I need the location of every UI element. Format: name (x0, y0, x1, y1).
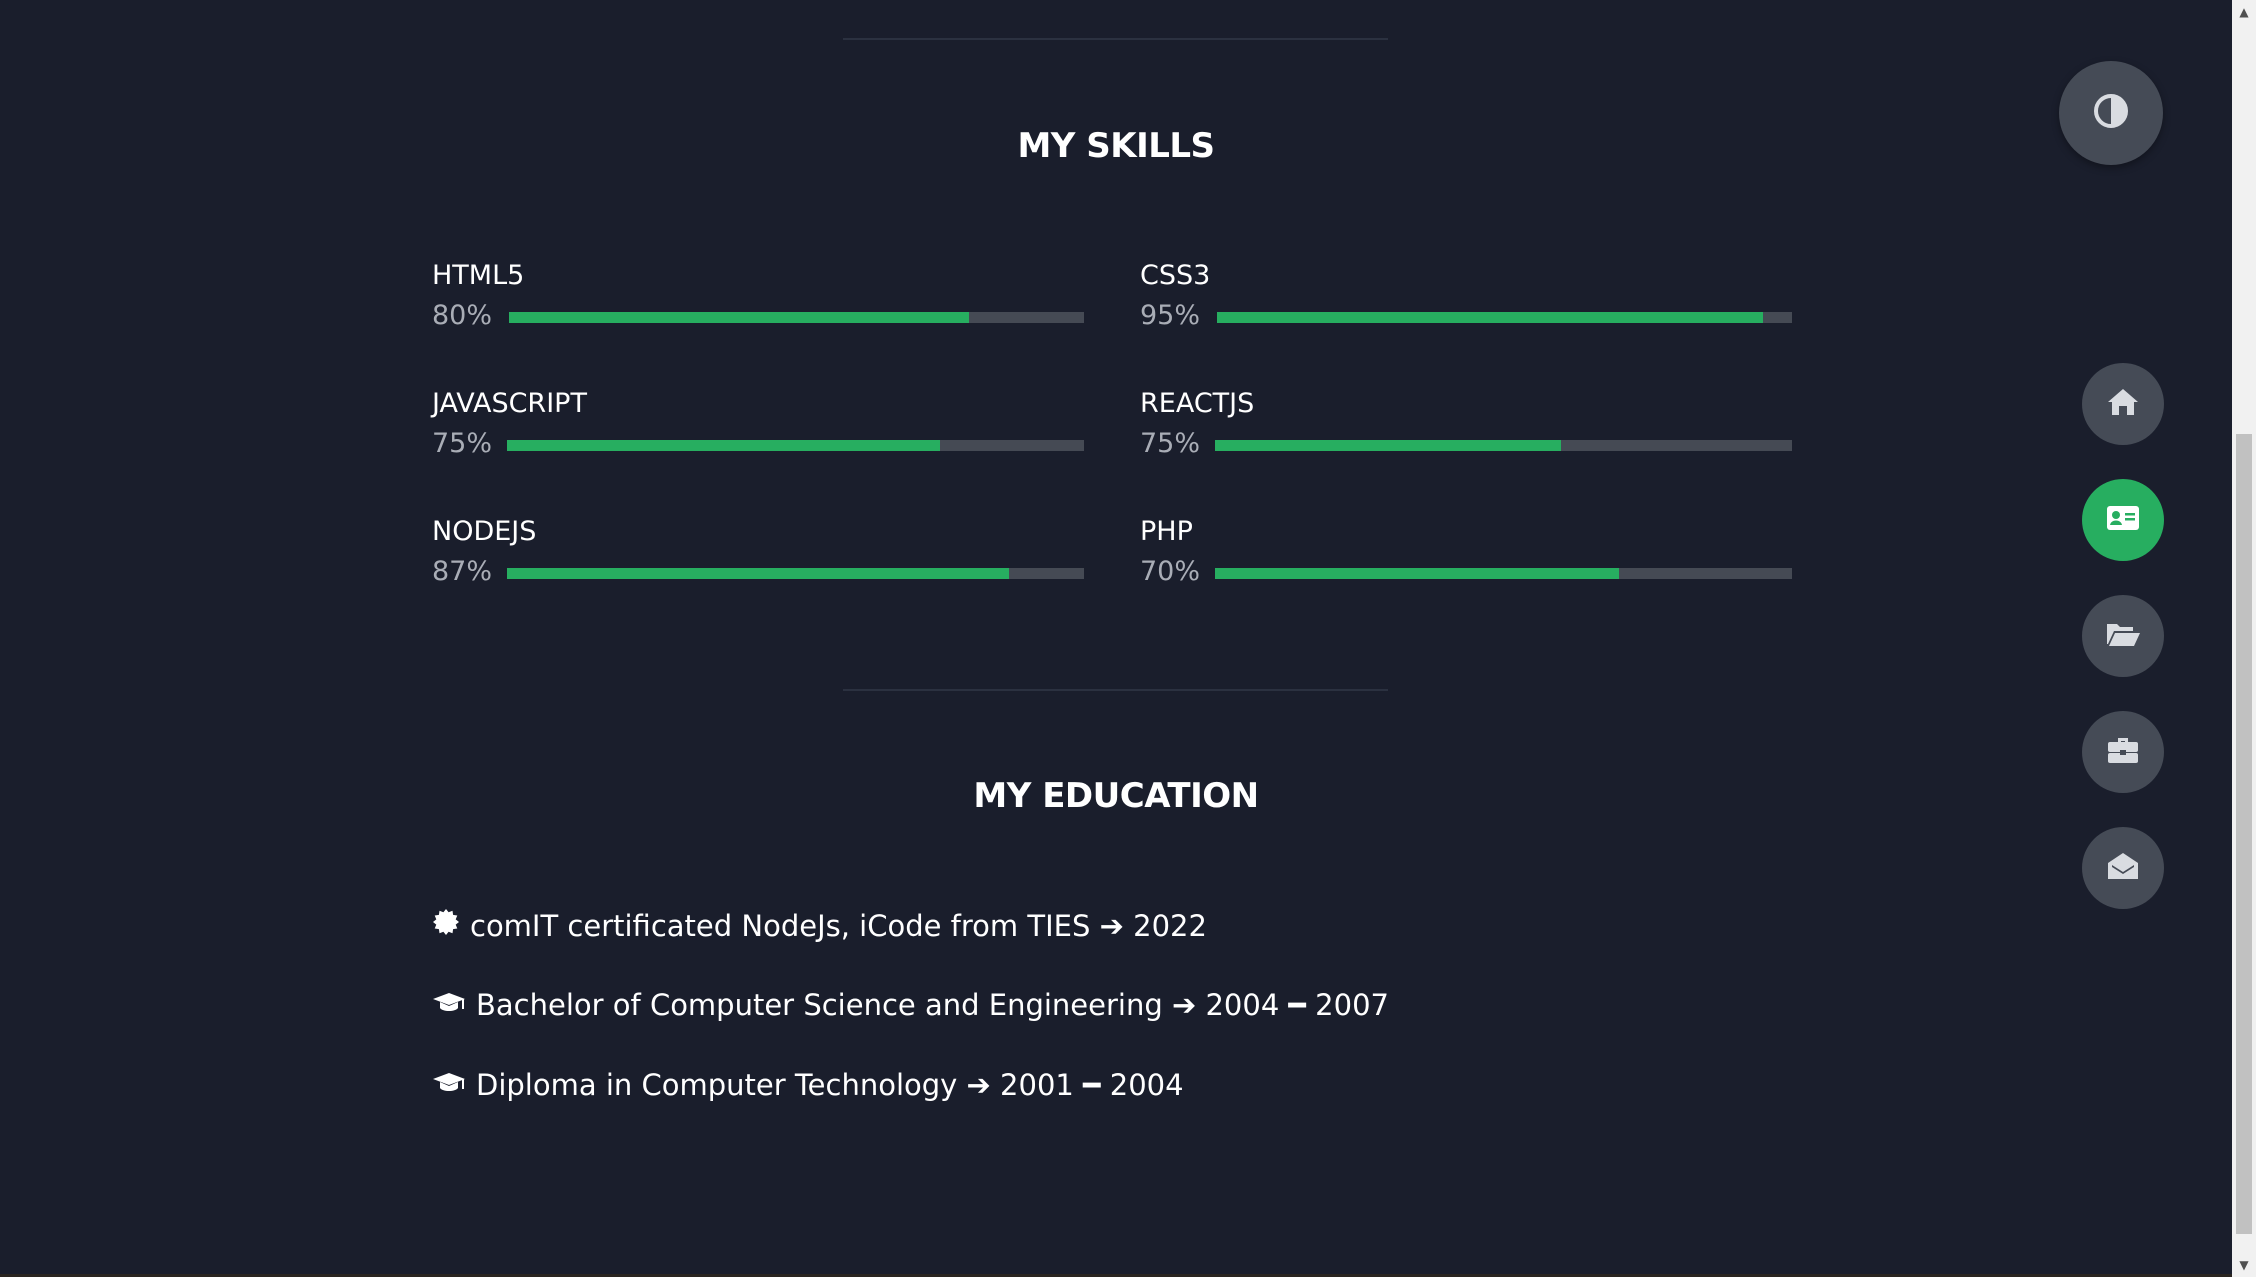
scrollbar-thumb[interactable] (2236, 434, 2252, 1234)
skill-name: CSS3 (1140, 260, 1211, 291)
middle-divider (843, 689, 1388, 691)
education-title: MY EDUCATION (973, 776, 1259, 816)
certificate-icon (432, 908, 460, 943)
skill-css3: CSS3 95% (1140, 260, 1792, 350)
skill-percent: 95% (1140, 300, 1201, 331)
education-item: Diploma in Computer Technology ➔ 2001 ━ … (432, 1068, 1184, 1102)
skill-php: PHP 70% (1140, 516, 1792, 606)
contrast-icon (2093, 93, 2129, 133)
nav-about-button[interactable] (2082, 479, 2164, 561)
nav-experience-button[interactable] (2082, 711, 2164, 793)
scroll-up-arrow-icon[interactable]: ▲ (2232, 2, 2256, 22)
skill-progress-fill (1217, 312, 1764, 323)
nav-home-button[interactable] (2082, 363, 2164, 445)
skill-percent: 70% (1140, 556, 1201, 587)
skill-percent: 75% (432, 428, 493, 459)
nav-contact-button[interactable] (2082, 827, 2164, 909)
home-icon (2106, 387, 2140, 421)
skills-title: MY SKILLS (1017, 126, 1215, 166)
education-text: Bachelor of Computer Science and Enginee… (476, 988, 1389, 1022)
skill-name: NODEJS (432, 516, 537, 547)
skill-progress-track (1215, 440, 1792, 451)
skill-progress-track (1217, 312, 1792, 323)
graduation-cap-icon (432, 988, 466, 1022)
theme-toggle-button[interactable] (2059, 61, 2163, 165)
skill-name: REACTJS (1140, 388, 1255, 419)
vertical-scrollbar[interactable]: ▲ ▼ (2232, 0, 2256, 1277)
skill-progress-fill (509, 312, 969, 323)
skill-progress-fill (1215, 440, 1562, 451)
skill-name: JAVASCRIPT (432, 388, 587, 419)
education-item: Bachelor of Computer Science and Enginee… (432, 988, 1389, 1022)
skill-progress-track (507, 440, 1084, 451)
envelope-open-icon (2106, 851, 2140, 885)
skill-reactjs: REACTJS 75% (1140, 388, 1792, 478)
education-text: Diploma in Computer Technology ➔ 2001 ━ … (476, 1068, 1184, 1102)
skill-percent: 75% (1140, 428, 1201, 459)
skill-percent: 87% (432, 556, 493, 587)
graduation-cap-icon (432, 1068, 466, 1102)
folder-open-icon (2105, 620, 2141, 652)
skill-percent: 80% (432, 300, 493, 331)
scroll-down-arrow-icon[interactable]: ▼ (2232, 1255, 2256, 1275)
briefcase-icon (2106, 736, 2140, 768)
skill-nodejs: NODEJS 87% (432, 516, 1084, 606)
skill-progress-track (1215, 568, 1792, 579)
nav-portfolio-button[interactable] (2082, 595, 2164, 677)
skill-progress-fill (507, 568, 1009, 579)
skill-progress-fill (507, 440, 940, 451)
skill-name: PHP (1140, 516, 1193, 547)
skill-progress-track (507, 568, 1084, 579)
education-text: comIT certificated NodeJs, iCode from TI… (470, 909, 1207, 943)
top-divider (843, 38, 1388, 40)
skill-javascript: JAVASCRIPT 75% (432, 388, 1084, 478)
education-item: comIT certificated NodeJs, iCode from TI… (432, 908, 1207, 943)
skill-progress-fill (1215, 568, 1619, 579)
skill-name: HTML5 (432, 260, 525, 291)
skill-progress-track (509, 312, 1084, 323)
skill-html5: HTML5 80% (432, 260, 1084, 350)
id-card-icon (2106, 505, 2140, 535)
page: MY SKILLS HTML5 80% CSS3 95% JAVASCRIPT … (0, 0, 2232, 1277)
